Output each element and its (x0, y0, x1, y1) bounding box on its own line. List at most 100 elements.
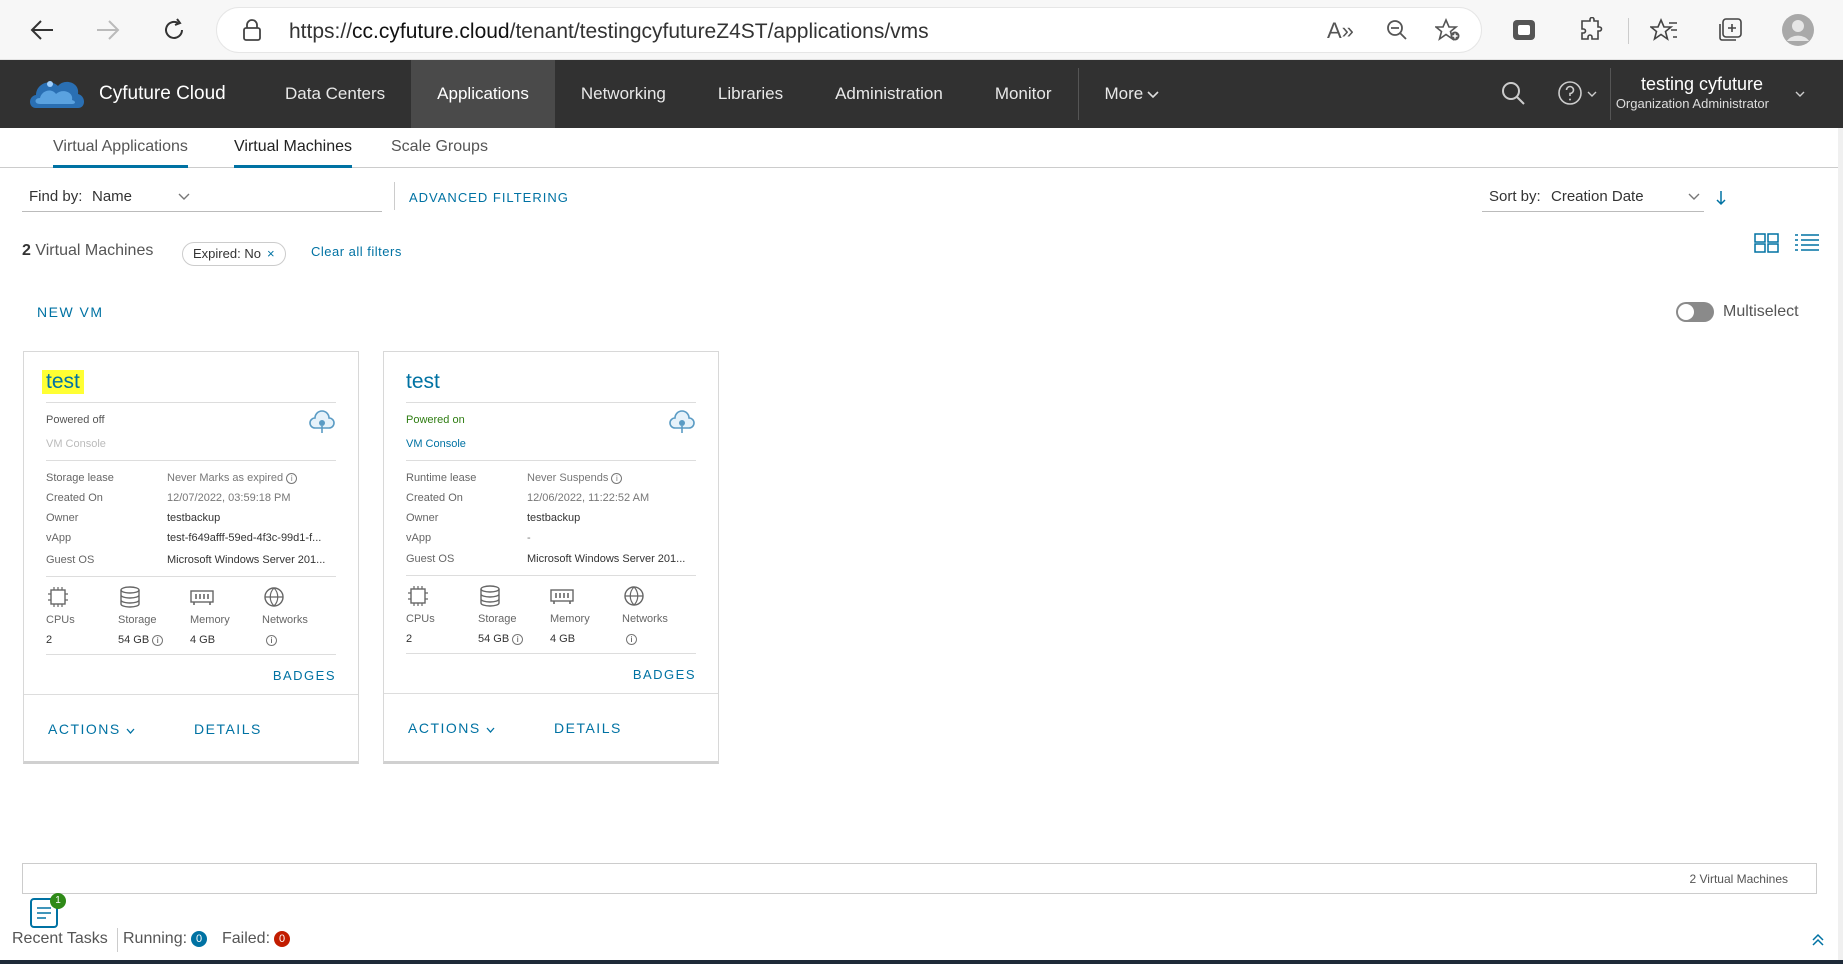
main-nav: Data Centers Applications Networking Lib… (259, 60, 1186, 128)
tab-virtual-applications[interactable]: Virtual Applications (53, 138, 188, 168)
info-icon[interactable]: i (286, 473, 298, 484)
nav-applications[interactable]: Applications (411, 60, 555, 128)
card-footer-divider (24, 694, 358, 695)
filter-chip-expired: Expired: No × (182, 242, 286, 266)
storage-label: Storage (478, 613, 517, 625)
remove-filter-icon[interactable]: × (267, 246, 275, 261)
info-icon[interactable]: i (512, 634, 524, 645)
brand-name[interactable]: Cyfuture Cloud (99, 83, 226, 105)
recent-tasks-label[interactable]: Recent Tasks (12, 930, 108, 948)
badges-link[interactable]: BADGES (273, 668, 336, 683)
storage-icon (120, 586, 140, 608)
networks-label: Networks (622, 613, 668, 625)
cyfuture-logo-icon[interactable] (26, 70, 88, 120)
chevron-down-icon (1147, 91, 1159, 99)
vapp-label: vApp (46, 532, 72, 544)
url-text[interactable]: https://cc.cyfuture.cloud/tenant/testing… (289, 20, 929, 44)
vapp-value[interactable]: test-f649afff-59ed-4f3c-99d1-f... (167, 532, 339, 544)
info-icon[interactable]: i (626, 634, 637, 645)
tab-virtual-machines[interactable]: Virtual Machines (234, 138, 352, 168)
divider (46, 402, 336, 403)
nav-more[interactable]: More (1079, 60, 1187, 128)
vm-console-link: VM Console (46, 438, 106, 450)
badges-link[interactable]: BADGES (633, 667, 696, 682)
favorites-icon[interactable] (1646, 12, 1682, 48)
multiselect-toggle[interactable] (1676, 302, 1714, 322)
sort-direction-icon[interactable] (1715, 190, 1727, 206)
divider (406, 460, 696, 461)
search-icon[interactable] (1500, 80, 1526, 106)
memory-label: Memory (550, 613, 590, 625)
owner-value: testbackup (167, 512, 221, 524)
tab-scale-groups[interactable]: Scale Groups (391, 138, 488, 168)
extension-grid-icon[interactable] (1506, 12, 1542, 48)
network-icon (264, 587, 284, 607)
running-tasks[interactable]: Running: 0 (123, 930, 208, 948)
storage-label: Storage (118, 614, 157, 626)
app-header: Cyfuture Cloud Data Centers Applications… (0, 60, 1843, 128)
nav-data-centers[interactable]: Data Centers (259, 60, 411, 128)
address-bar[interactable]: https://cc.cyfuture.cloud/tenant/testing… (216, 7, 1482, 53)
nav-administration[interactable]: Administration (809, 60, 969, 128)
networks-info: i (266, 634, 277, 646)
collections-icon[interactable] (1712, 12, 1748, 48)
actions-menu[interactable]: ACTIONS (48, 721, 135, 737)
vm-name[interactable]: test (42, 370, 84, 394)
forward-arrow-icon[interactable] (90, 12, 126, 48)
profile-avatar-icon[interactable] (1780, 12, 1816, 48)
lock-icon[interactable] (241, 18, 263, 42)
sort-by-select[interactable]: Sort by: Creation Date (1482, 180, 1704, 212)
nav-libraries[interactable]: Libraries (692, 60, 809, 128)
details-button[interactable]: DETAILS (194, 721, 262, 737)
vm-name[interactable]: test (402, 370, 444, 394)
refresh-icon[interactable] (156, 12, 192, 48)
card-view-icon[interactable] (1754, 233, 1780, 253)
info-icon[interactable]: i (611, 473, 623, 484)
vapp-label: vApp (406, 532, 432, 544)
clear-all-filters-link[interactable]: Clear all filters (311, 244, 402, 259)
info-icon[interactable]: i (266, 635, 277, 646)
add-favorite-icon[interactable] (1433, 17, 1461, 48)
failed-tasks[interactable]: Failed: 0 (222, 930, 291, 948)
read-aloud-icon[interactable]: A» (1327, 18, 1354, 44)
failed-count-badge: 0 (274, 930, 291, 947)
details-button[interactable]: DETAILS (554, 720, 622, 736)
multiselect-label: Multiselect (1723, 303, 1799, 320)
list-view-icon[interactable] (1794, 233, 1820, 253)
find-by-select[interactable]: Find by: Name (22, 180, 382, 212)
extensions-icon[interactable] (1572, 12, 1608, 48)
vm-status: Powered off (46, 414, 105, 426)
find-by-value: Name (92, 188, 133, 205)
lease-label: Storage lease (46, 472, 114, 484)
storage-value: 54 GB i (118, 634, 164, 646)
nav-networking[interactable]: Networking (555, 60, 692, 128)
guest-os-label: Guest OS (406, 553, 455, 565)
nav-monitor[interactable]: Monitor (969, 60, 1078, 128)
tasks-count-badge: 1 (50, 893, 66, 909)
zoom-out-icon[interactable] (1385, 18, 1409, 48)
expand-up-icon[interactable] (1810, 932, 1826, 948)
help-menu[interactable] (1557, 80, 1597, 108)
taskbar-edge (0, 960, 1843, 964)
find-by-label: Find by: (29, 188, 83, 205)
memory-label: Memory (190, 614, 230, 626)
advanced-filtering-link[interactable]: ADVANCED FILTERING (409, 190, 569, 205)
cpu-icon (48, 587, 68, 607)
new-vm-button[interactable]: NEW VM (37, 304, 104, 320)
user-menu-chevron-icon[interactable] (1795, 90, 1805, 98)
sub-tabs: Virtual Applications Virtual Machines Sc… (0, 128, 1843, 168)
vapp-value: - (527, 532, 531, 544)
created-on-label: Created On (46, 492, 103, 504)
toggle-knob (1678, 304, 1694, 320)
header-divider (1610, 68, 1611, 120)
user-name[interactable]: testing cyfuture (1641, 74, 1763, 95)
guest-os-value: Microsoft Windows Server 201... (527, 553, 686, 565)
vm-console-link[interactable]: VM Console (406, 438, 466, 450)
created-on-label: Created On (406, 492, 463, 504)
sort-by-label: Sort by: (1489, 188, 1541, 205)
divider (406, 575, 696, 576)
actions-menu[interactable]: ACTIONS (408, 720, 495, 736)
info-icon[interactable]: i (152, 635, 164, 646)
back-arrow-icon[interactable] (24, 12, 60, 48)
page-scrollbar[interactable] (1838, 128, 1843, 964)
